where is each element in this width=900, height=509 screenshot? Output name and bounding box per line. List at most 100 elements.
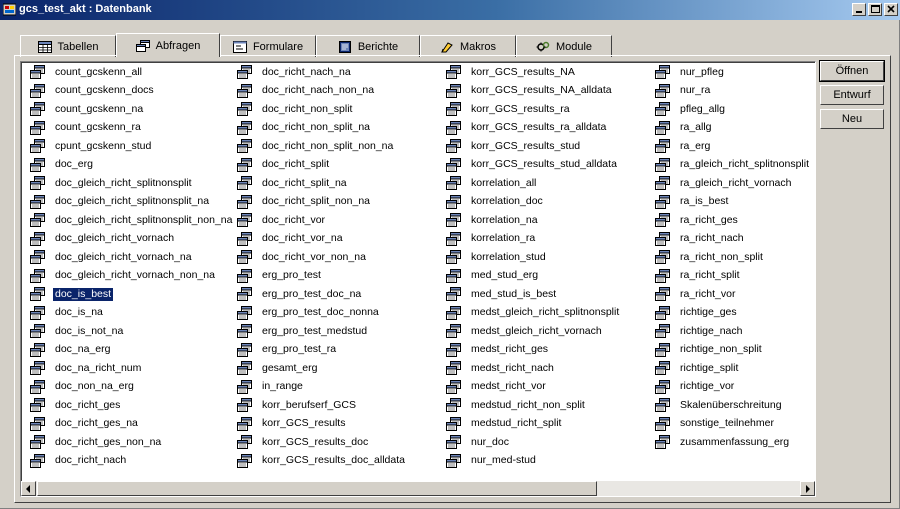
query-item[interactable]: count_gcskenn_ra bbox=[30, 119, 234, 138]
query-item[interactable]: zusammenfassung_erg bbox=[655, 433, 811, 452]
query-item[interactable]: doc_na_erg bbox=[30, 341, 234, 360]
query-item[interactable]: medstud_richt_non_split bbox=[446, 396, 621, 415]
tab-abfragen[interactable]: Abfragen bbox=[116, 33, 220, 57]
query-item[interactable]: doc_gleich_richt_splitnonsplit bbox=[30, 174, 234, 193]
query-item[interactable]: doc_richt_split_non_na bbox=[237, 193, 407, 212]
query-item[interactable]: richtige_split bbox=[655, 359, 811, 378]
query-item[interactable]: ra_gleich_richt_vornach bbox=[655, 174, 811, 193]
query-item[interactable]: ra_richt_ges bbox=[655, 211, 811, 230]
query-item[interactable]: med_stud_is_best bbox=[446, 285, 621, 304]
query-item[interactable]: doc_is_not_na bbox=[30, 322, 234, 341]
query-list[interactable]: count_gcskenn_all count_gcskenn_docs count… bbox=[20, 61, 816, 497]
design-button[interactable]: Entwurf bbox=[820, 85, 884, 105]
query-item[interactable]: korrelation_ra bbox=[446, 230, 621, 249]
query-item[interactable]: doc_is_na bbox=[30, 304, 234, 323]
query-item[interactable]: ra_richt_nach bbox=[655, 230, 811, 249]
query-item[interactable]: count_gcskenn_docs bbox=[30, 82, 234, 101]
query-item[interactable]: korrelation_all bbox=[446, 174, 621, 193]
query-item[interactable]: doc_richt_split_na bbox=[237, 174, 407, 193]
query-item[interactable]: nur_pfleg bbox=[655, 63, 811, 82]
query-item[interactable]: nur_ra bbox=[655, 82, 811, 101]
query-item[interactable]: erg_pro_test_doc_nonna bbox=[237, 304, 407, 323]
query-item[interactable]: doc_richt_non_split_non_na bbox=[237, 137, 407, 156]
query-item[interactable]: medst_richt_vor bbox=[446, 378, 621, 397]
query-item[interactable]: ra_richt_non_split bbox=[655, 248, 811, 267]
query-item[interactable]: korrelation_doc bbox=[446, 193, 621, 212]
query-item[interactable]: erg_pro_test_medstud bbox=[237, 322, 407, 341]
query-item[interactable]: korr_GCS_results bbox=[237, 415, 407, 434]
minimize-button[interactable] bbox=[852, 3, 866, 16]
query-item[interactable]: doc_richt_vor_non_na bbox=[237, 248, 407, 267]
new-button[interactable]: Neu bbox=[820, 109, 884, 129]
horizontal-scrollbar[interactable] bbox=[21, 481, 815, 496]
maximize-button[interactable] bbox=[868, 3, 882, 16]
query-item[interactable]: nur_doc bbox=[446, 433, 621, 452]
query-item[interactable]: doc_gleich_richt_vornach_na bbox=[30, 248, 234, 267]
query-item[interactable]: ra_allg bbox=[655, 119, 811, 138]
query-item[interactable]: doc_richt_nach_na bbox=[237, 63, 407, 82]
query-item[interactable]: in_range bbox=[237, 378, 407, 397]
query-item[interactable]: doc_richt_vor_na bbox=[237, 230, 407, 249]
query-item[interactable]: ra_gleich_richt_splitnonsplit bbox=[655, 156, 811, 175]
query-item[interactable]: korr_GCS_results_ra_alldata bbox=[446, 119, 621, 138]
open-button[interactable]: Öffnen bbox=[819, 60, 885, 82]
query-item[interactable]: doc_richt_nach_non_na bbox=[237, 82, 407, 101]
query-item[interactable]: Skalenüberschreitung bbox=[655, 396, 811, 415]
query-item[interactable]: korr_GCS_results_doc bbox=[237, 433, 407, 452]
query-item[interactable]: ra_is_best bbox=[655, 193, 811, 212]
query-item[interactable]: doc_richt_non_split_na bbox=[237, 119, 407, 138]
query-item[interactable]: korr_berufserf_GCS bbox=[237, 396, 407, 415]
scroll-right-button[interactable] bbox=[800, 481, 815, 496]
query-item[interactable]: korr_GCS_results_doc_alldata bbox=[237, 452, 407, 471]
query-item[interactable]: doc_richt_ges bbox=[30, 396, 234, 415]
query-item[interactable]: ra_richt_vor bbox=[655, 285, 811, 304]
query-item[interactable]: richtige_nach bbox=[655, 322, 811, 341]
tab-makros[interactable]: Makros bbox=[420, 35, 516, 57]
query-item[interactable]: korrelation_na bbox=[446, 211, 621, 230]
query-item[interactable]: doc_richt_ges_na bbox=[30, 415, 234, 434]
query-item[interactable]: medst_richt_ges bbox=[446, 341, 621, 360]
tab-berichte[interactable]: Berichte bbox=[316, 35, 420, 57]
query-item[interactable]: doc_erg bbox=[30, 156, 234, 175]
query-item[interactable]: doc_gleich_richt_splitnonsplit_na bbox=[30, 193, 234, 212]
query-item[interactable]: doc_richt_vor bbox=[237, 211, 407, 230]
query-item[interactable]: doc_gleich_richt_splitnonsplit_non_na bbox=[30, 211, 234, 230]
scroll-thumb[interactable] bbox=[37, 481, 597, 496]
query-item[interactable]: medst_gleich_richt_splitnonsplit bbox=[446, 304, 621, 323]
query-item[interactable]: nur_med-stud bbox=[446, 452, 621, 471]
query-item[interactable]: doc_non_na_erg bbox=[30, 378, 234, 397]
query-item[interactable]: doc_is_best bbox=[30, 285, 234, 304]
tab-module[interactable]: Module bbox=[516, 35, 612, 57]
query-item[interactable]: pfleg_allg bbox=[655, 100, 811, 119]
query-item[interactable]: korr_GCS_results_NA_alldata bbox=[446, 82, 621, 101]
query-item[interactable]: ra_richt_split bbox=[655, 267, 811, 286]
query-item[interactable]: doc_na_richt_num bbox=[30, 359, 234, 378]
query-item[interactable]: erg_pro_test_ra bbox=[237, 341, 407, 360]
query-item[interactable]: korr_GCS_results_NA bbox=[446, 63, 621, 82]
title-bar[interactable]: gcs_test_akt : Datenbank bbox=[0, 0, 900, 20]
query-item[interactable]: korr_GCS_results_ra bbox=[446, 100, 621, 119]
query-item[interactable]: doc_gleich_richt_vornach_non_na bbox=[30, 267, 234, 286]
query-item[interactable]: ra_erg bbox=[655, 137, 811, 156]
query-item[interactable]: richtige_ges bbox=[655, 304, 811, 323]
query-item[interactable]: korr_GCS_results_stud_alldata bbox=[446, 156, 621, 175]
query-item[interactable]: count_gcskenn_na bbox=[30, 100, 234, 119]
scroll-left-button[interactable] bbox=[21, 481, 36, 496]
query-item[interactable]: erg_pro_test bbox=[237, 267, 407, 286]
query-item[interactable]: erg_pro_test_doc_na bbox=[237, 285, 407, 304]
query-item[interactable]: gesamt_erg bbox=[237, 359, 407, 378]
tab-tabellen[interactable]: Tabellen bbox=[20, 35, 116, 57]
query-item[interactable]: medst_gleich_richt_vornach bbox=[446, 322, 621, 341]
query-item[interactable]: doc_gleich_richt_vornach bbox=[30, 230, 234, 249]
query-item[interactable]: count_gcskenn_all bbox=[30, 63, 234, 82]
query-item[interactable]: korr_GCS_results_stud bbox=[446, 137, 621, 156]
query-item[interactable]: korrelation_stud bbox=[446, 248, 621, 267]
query-item[interactable]: doc_richt_ges_non_na bbox=[30, 433, 234, 452]
query-item[interactable]: doc_richt_nach bbox=[30, 452, 234, 471]
query-item[interactable]: medstud_richt_split bbox=[446, 415, 621, 434]
query-item[interactable]: doc_richt_non_split bbox=[237, 100, 407, 119]
query-item[interactable]: richtige_non_split bbox=[655, 341, 811, 360]
close-button[interactable] bbox=[884, 3, 898, 16]
query-item[interactable]: med_stud_erg bbox=[446, 267, 621, 286]
query-item[interactable]: cpunt_gcskenn_stud bbox=[30, 137, 234, 156]
